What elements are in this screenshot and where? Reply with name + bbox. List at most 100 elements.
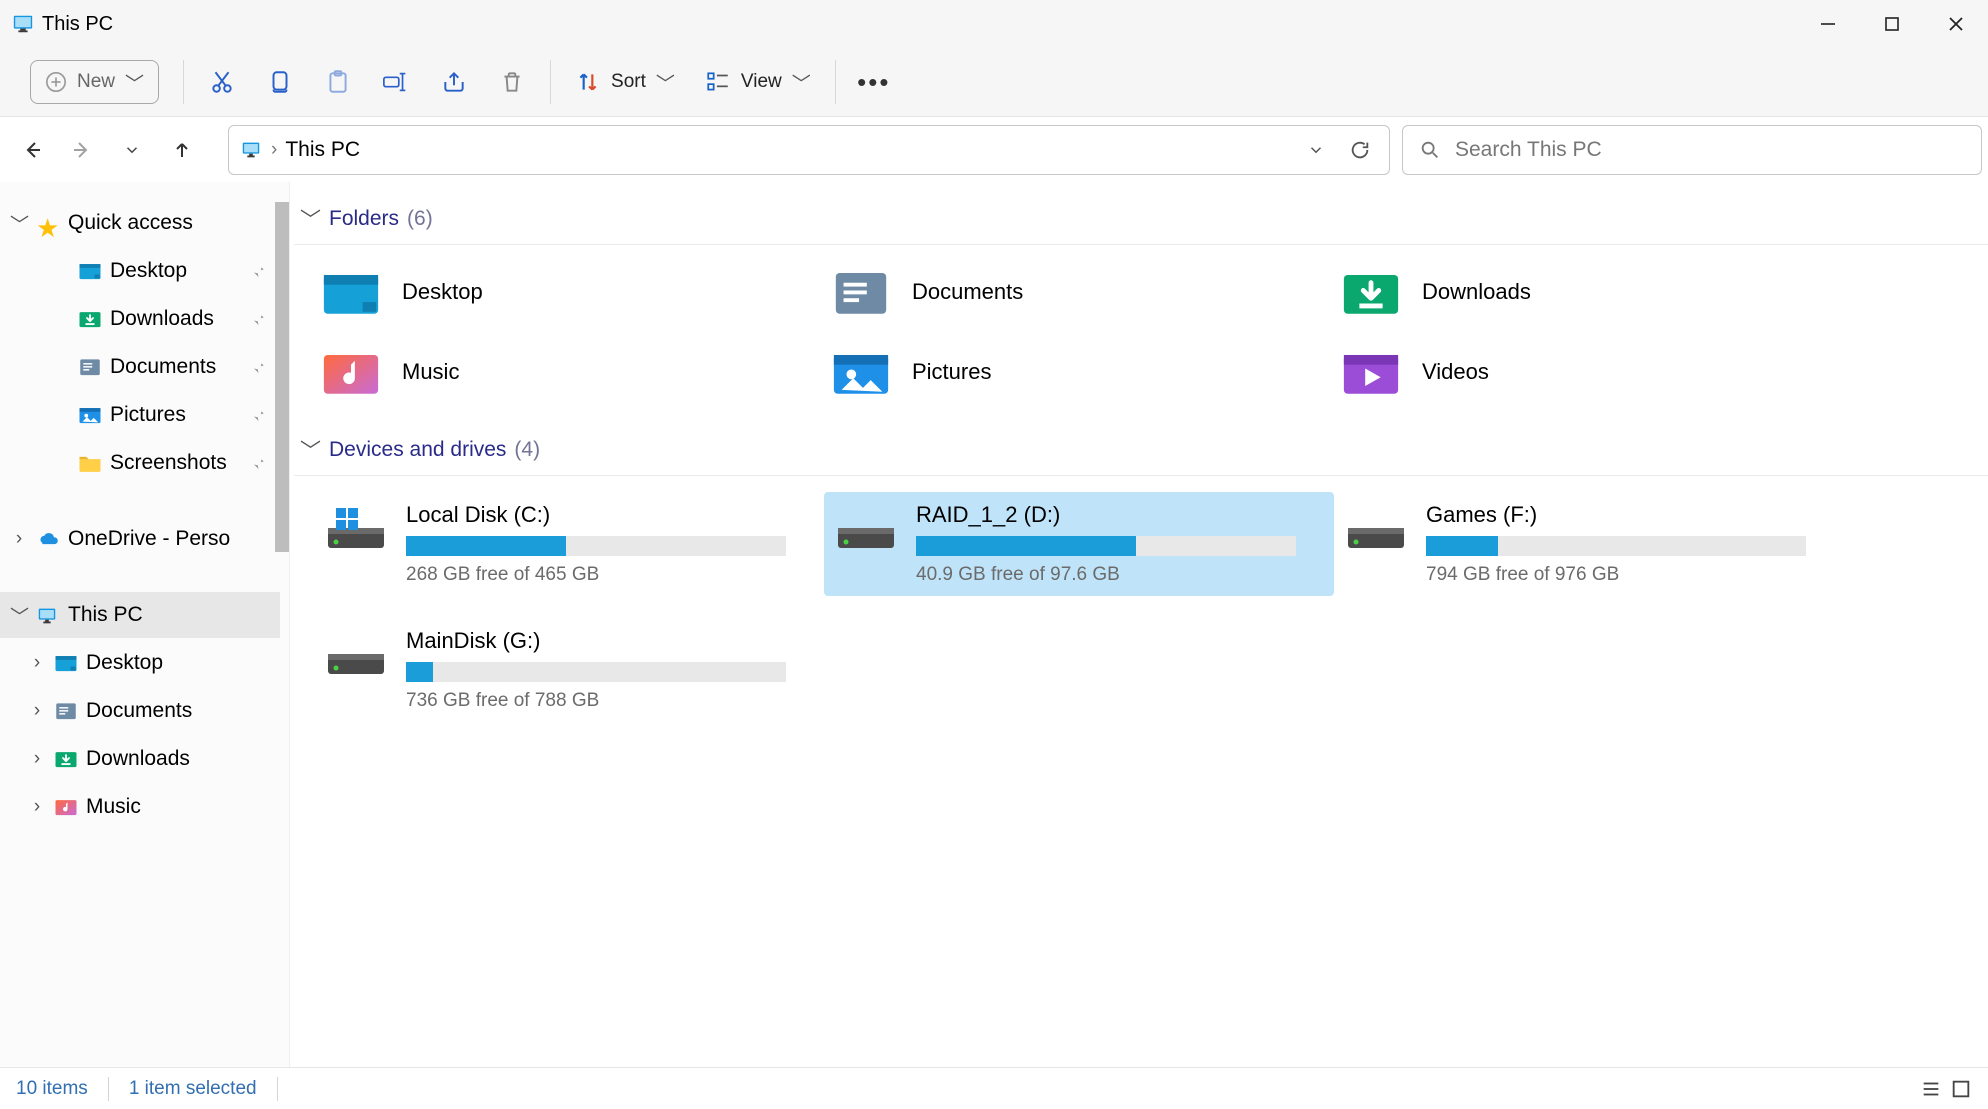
refresh-button[interactable] (1349, 139, 1371, 161)
folder-name: Downloads (1422, 279, 1531, 305)
minimize-button[interactable] (1796, 0, 1860, 48)
drive-icon (834, 508, 898, 556)
sidebar-item-downloads[interactable]: › Downloads (0, 736, 280, 782)
details-view-button[interactable] (1920, 1078, 1942, 1100)
search-input[interactable] (1453, 137, 1965, 163)
pictures-folder-icon (830, 347, 892, 397)
documents-folder-icon (78, 357, 102, 377)
music-folder-icon (54, 797, 78, 817)
desktop-folder-icon (78, 261, 102, 281)
sidebar-item-label: Desktop (110, 259, 187, 283)
drive-raid-1-2-d-[interactable]: RAID_1_2 (D:)40.9 GB free of 97.6 GB (824, 492, 1334, 596)
sidebar-item-music[interactable]: ›Music (0, 784, 280, 830)
drive-maindisk-g-[interactable]: MainDisk (G:) 736 GB free of 788 GB (314, 618, 824, 722)
group-header-drives[interactable]: ﹀ Devices and drives (4) (294, 429, 1988, 475)
sidebar-item-documents[interactable]: Documents (0, 344, 280, 390)
group-label: Folders (329, 207, 399, 231)
sidebar-item-label: Documents (86, 699, 192, 723)
sidebar-item-label: Quick access (68, 211, 193, 235)
close-button[interactable] (1924, 0, 1988, 48)
downloads-folder-icon (1340, 267, 1402, 317)
up-button[interactable] (168, 136, 196, 164)
sidebar-item-label: OneDrive - Perso (68, 527, 230, 551)
delete-button[interactable] (498, 68, 526, 96)
group-count: (4) (514, 438, 540, 462)
more-button[interactable]: ••• (860, 68, 888, 96)
sidebar-item-desktop[interactable]: › Desktop (0, 640, 280, 686)
drive-name: MainDisk (G:) (406, 628, 786, 654)
breadcrumb[interactable]: › This PC (239, 138, 360, 162)
sidebar-quick-access[interactable]: ﹀ ★ Quick access (0, 200, 280, 246)
address-dropdown[interactable] (1307, 141, 1325, 159)
sort-label: Sort (611, 71, 646, 93)
sort-button[interactable]: Sort ﹀ (575, 69, 675, 96)
cut-button[interactable] (208, 68, 236, 96)
chevron-right-icon[interactable]: › (28, 796, 46, 818)
folder-name: Desktop (402, 279, 483, 305)
drive-games-f-[interactable]: Games (F:)794 GB free of 976 GB (1334, 492, 1844, 596)
share-button[interactable] (440, 68, 468, 96)
search-box[interactable] (1402, 125, 1982, 175)
sidebar-item-downloads[interactable]: Downloads (0, 296, 280, 342)
star-icon: ★ (36, 213, 60, 233)
status-selected: 1 item selected (129, 1078, 257, 1100)
chevron-down-icon: ﹀ (792, 69, 811, 96)
status-items: 10 items (16, 1078, 88, 1100)
chevron-right-icon[interactable]: › (28, 700, 46, 722)
sidebar-onedrive[interactable]: › OneDrive - Perso (0, 516, 280, 562)
back-button[interactable] (18, 136, 46, 164)
copy-button[interactable] (266, 68, 294, 96)
chevron-right-icon[interactable]: › (28, 652, 46, 674)
chevron-down-icon: ﹀ (300, 435, 321, 465)
folder-documents[interactable]: Documents (824, 259, 1334, 325)
pin-icon (248, 454, 266, 472)
new-button[interactable]: New ﹀ (30, 60, 159, 104)
drive-usage-bar (406, 662, 786, 682)
sidebar-item-label: Desktop (86, 651, 163, 675)
titlebar: This PC (0, 0, 1988, 48)
chevron-down-icon[interactable]: ﹀ (10, 210, 28, 237)
sidebar-item-label: Downloads (86, 747, 190, 771)
videos-folder-icon (1340, 347, 1402, 397)
drive-free-text: 736 GB free of 788 GB (406, 690, 786, 712)
maximize-button[interactable] (1860, 0, 1924, 48)
pin-icon (248, 310, 266, 328)
rename-button[interactable] (382, 68, 410, 96)
folder-pictures[interactable]: Pictures (824, 339, 1334, 405)
sort-icon (575, 69, 601, 95)
address-bar[interactable]: › This PC (228, 125, 1390, 175)
chevron-down-icon[interactable]: ﹀ (10, 602, 28, 629)
sidebar-item-pictures[interactable]: Pictures (0, 392, 280, 438)
drive-local-disk-c-[interactable]: Local Disk (C:)268 GB free of 465 GB (314, 492, 824, 596)
group-header-folders[interactable]: ﹀ Folders (6) (294, 198, 1988, 244)
sidebar-item-label: Pictures (110, 403, 186, 427)
chevron-down-icon: ﹀ (300, 204, 321, 234)
paste-button[interactable] (324, 68, 352, 96)
drive-name: Local Disk (C:) (406, 502, 786, 528)
sidebar-item-screenshots[interactable]: Screenshots (0, 440, 280, 486)
recent-locations-button[interactable] (118, 136, 146, 164)
sidebar-item-desktop[interactable]: Desktop (0, 248, 280, 294)
forward-button[interactable] (68, 136, 96, 164)
desktop-folder-icon (320, 267, 382, 317)
sidebar-item-documents[interactable]: › Documents (0, 688, 280, 734)
chevron-right-icon[interactable]: › (10, 528, 28, 550)
view-button[interactable]: View ﹀ (705, 69, 811, 96)
tiles-view-button[interactable] (1950, 1078, 1972, 1100)
window-title: This PC (42, 13, 113, 36)
drive-usage-bar (1426, 536, 1806, 556)
folder-downloads[interactable]: Downloads (1334, 259, 1844, 325)
folder-desktop[interactable]: Desktop (314, 259, 824, 325)
content-pane: ﹀ Folders (6) Desktop Documents Downloads M… (290, 182, 1988, 1067)
folder-music[interactable]: Music (314, 339, 824, 405)
sidebar-this-pc[interactable]: ﹀This PC (0, 592, 280, 638)
sidebar-scrollbar[interactable] (275, 192, 289, 682)
sidebar: ﹀★Quick accessDesktopDownloadsDocumentsP… (0, 182, 290, 1067)
pin-icon (248, 406, 266, 424)
folder-videos[interactable]: Videos (1334, 339, 1844, 405)
chevron-right-icon[interactable]: › (28, 748, 46, 770)
drive-free-text: 794 GB free of 976 GB (1426, 564, 1806, 586)
pin-icon (248, 358, 266, 376)
documents-folder-icon (54, 701, 78, 721)
this-pc-title-icon (12, 13, 34, 35)
